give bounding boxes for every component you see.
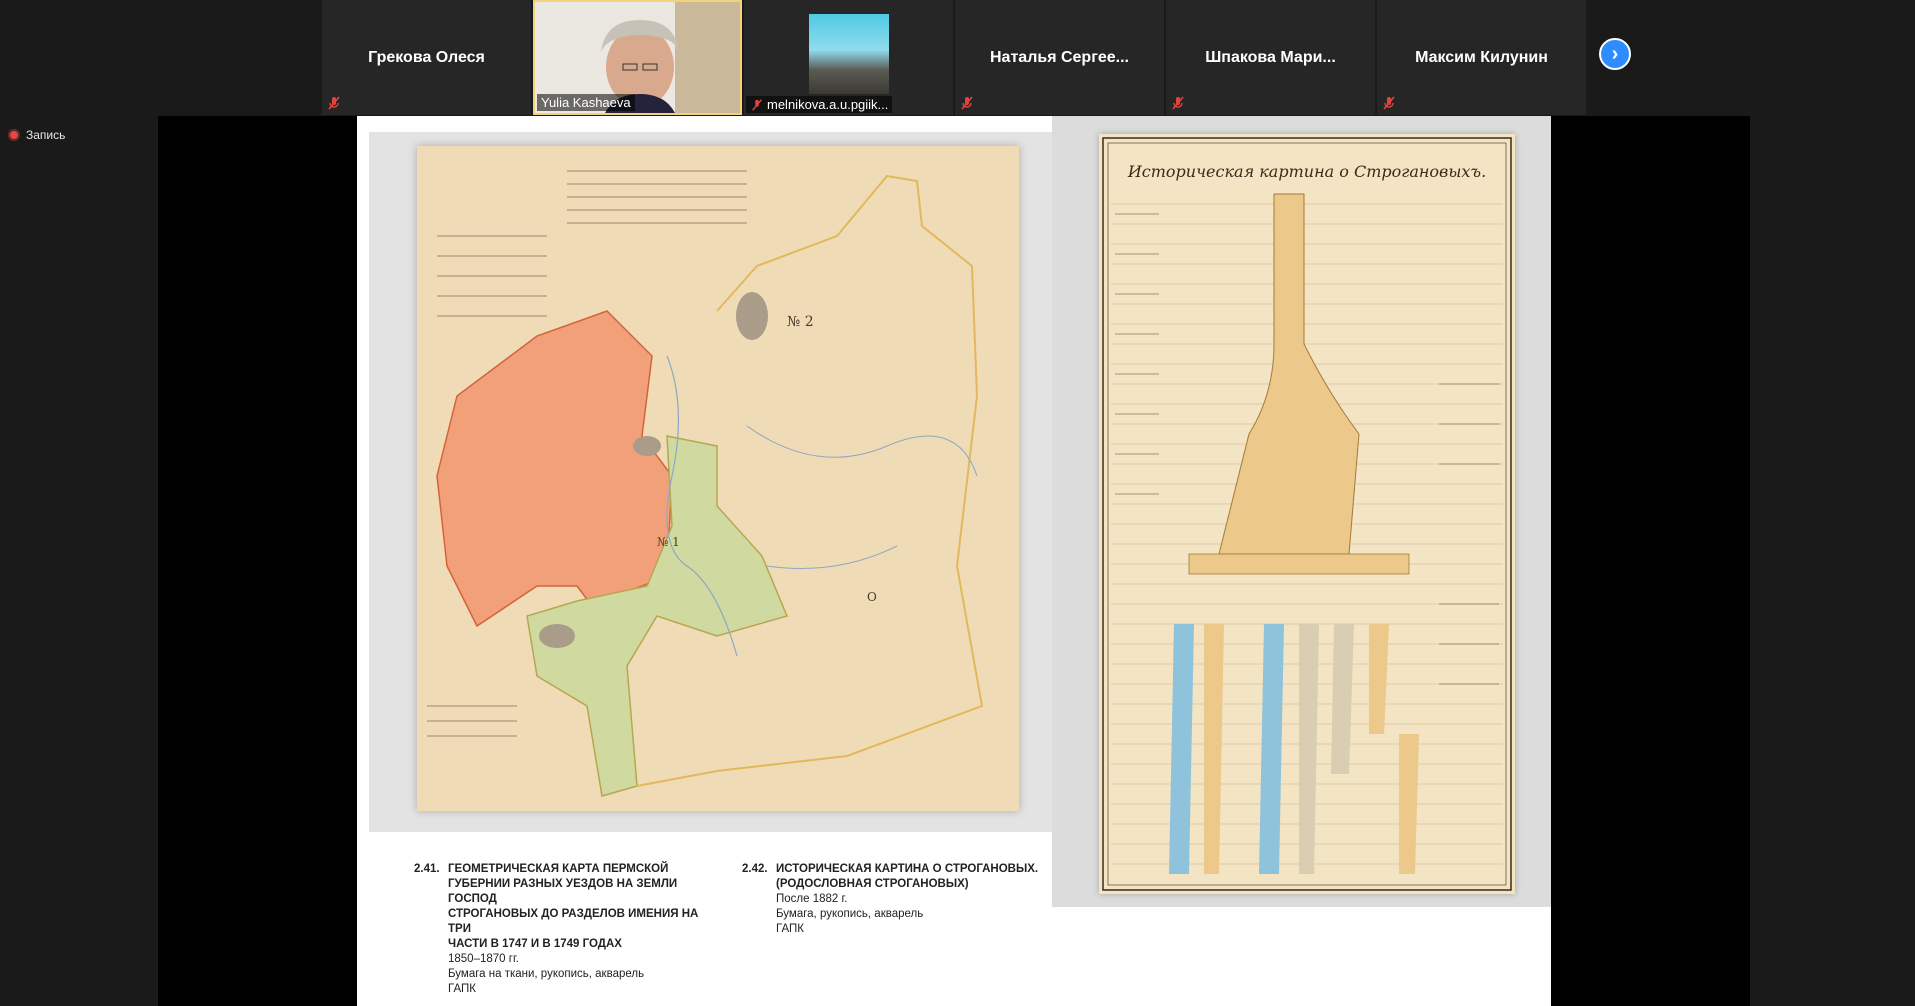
genealogy-drawing xyxy=(1102,137,1512,891)
participant-video-thumbnail xyxy=(808,14,889,94)
map-label: № 1 xyxy=(657,535,680,549)
muted-mic-icon xyxy=(1172,96,1184,110)
participant-name: Yulia Kashaeva xyxy=(541,95,631,110)
muted-mic-icon xyxy=(328,96,340,110)
participant-tile[interactable]: Грекова Олеся xyxy=(322,0,531,115)
participant-name-label: melnikova.a.u.pgiik... xyxy=(746,96,893,113)
participant-tile[interactable]: Шпакова Мари... xyxy=(1166,0,1375,115)
participant-tile[interactable]: Максим Килунин xyxy=(1377,0,1586,115)
presentation-slide: № 2 № 1 О Историческая картина о Строган… xyxy=(357,116,1551,1006)
shared-screen: № 2 № 1 О Историческая картина о Строган… xyxy=(158,116,1750,1006)
caption-left: 2.41. ГЕОМЕТРИЧЕСКАЯ КАРТА ПЕРМСКОЙ ГУБЕ… xyxy=(414,862,714,997)
muted-mic-icon xyxy=(961,96,973,110)
caption-material: Бумага, рукопись, акварель xyxy=(776,908,924,920)
map-drawing: № 2 № 1 О xyxy=(417,146,1019,811)
participant-name: Максим Килунин xyxy=(1415,48,1548,66)
caption-title-line: СТРОГАНОВЫХ ДО РАЗДЕЛОВ ИМЕНИЯ НА ТРИ xyxy=(448,908,699,935)
caption-number: 2.42. xyxy=(742,863,768,875)
caption-title-line: ИСТОРИЧЕСКАЯ КАРТИНА О СТРОГАНОВЫХ. xyxy=(776,863,1039,875)
participant-name: Наталья Сергее... xyxy=(990,48,1129,66)
caption-archive: ГАПК xyxy=(776,923,804,935)
next-page-button[interactable]: › xyxy=(1599,38,1631,70)
participant-name: melnikova.a.u.pgiik... xyxy=(767,97,889,112)
muted-mic-icon xyxy=(752,98,762,111)
recording-indicator[interactable]: Запись xyxy=(8,128,65,142)
map-image-frame: № 2 № 1 О xyxy=(369,132,1052,832)
caption-material: Бумага на ткани, рукопись, акварель xyxy=(448,968,645,980)
muted-mic-icon xyxy=(1383,96,1395,110)
caption-right: 2.42. ИСТОРИЧЕСКАЯ КАРТИНА О СТРОГАНОВЫХ… xyxy=(742,862,1052,937)
genealogy-chart-image: Историческая картина о Строгановыхъ. xyxy=(1099,134,1515,894)
participant-name-label: Yulia Kashaeva xyxy=(537,94,635,111)
caption-date: После 1882 г. xyxy=(776,893,848,905)
participant-tile-active-speaker[interactable]: Yulia Kashaeva xyxy=(533,0,742,115)
genealogy-image-frame: Историческая картина о Строгановыхъ. xyxy=(1052,116,1551,907)
participant-tile[interactable]: Наталья Сергее... xyxy=(955,0,1164,115)
historic-map-image: № 2 № 1 О xyxy=(417,146,1019,811)
participant-tile[interactable]: melnikova.a.u.pgiik... xyxy=(744,0,953,115)
caption-title-line: ЧАСТИ В 1747 И В 1749 ГОДАХ xyxy=(448,938,622,950)
caption-title-line: ГУБЕРНИИ РАЗНЫХ УЕЗДОВ НА ЗЕМЛИ ГОСПОД xyxy=(448,878,678,905)
chevron-right-icon: › xyxy=(1611,42,1619,65)
caption-number: 2.41. xyxy=(414,863,440,875)
caption-title-line: ГЕОМЕТРИЧЕСКАЯ КАРТА ПЕРМСКОЙ xyxy=(448,863,669,875)
caption-title-line: (РОДОСЛОВНАЯ СТРОГАНОВЫХ) xyxy=(776,878,969,890)
participant-name: Шпакова Мари... xyxy=(1205,48,1336,66)
caption-date: 1850–1870 гг. xyxy=(448,953,519,965)
map-label: № 2 xyxy=(787,314,814,330)
record-icon xyxy=(8,129,20,141)
recording-label: Запись xyxy=(26,128,66,142)
caption-archive: ГАПК xyxy=(448,983,476,995)
map-label: О xyxy=(867,590,877,604)
participant-strip: Грекова Олеся Yulia Kashaeva melnikova.a… xyxy=(322,0,1588,115)
participant-name: Грекова Олеся xyxy=(368,48,485,66)
